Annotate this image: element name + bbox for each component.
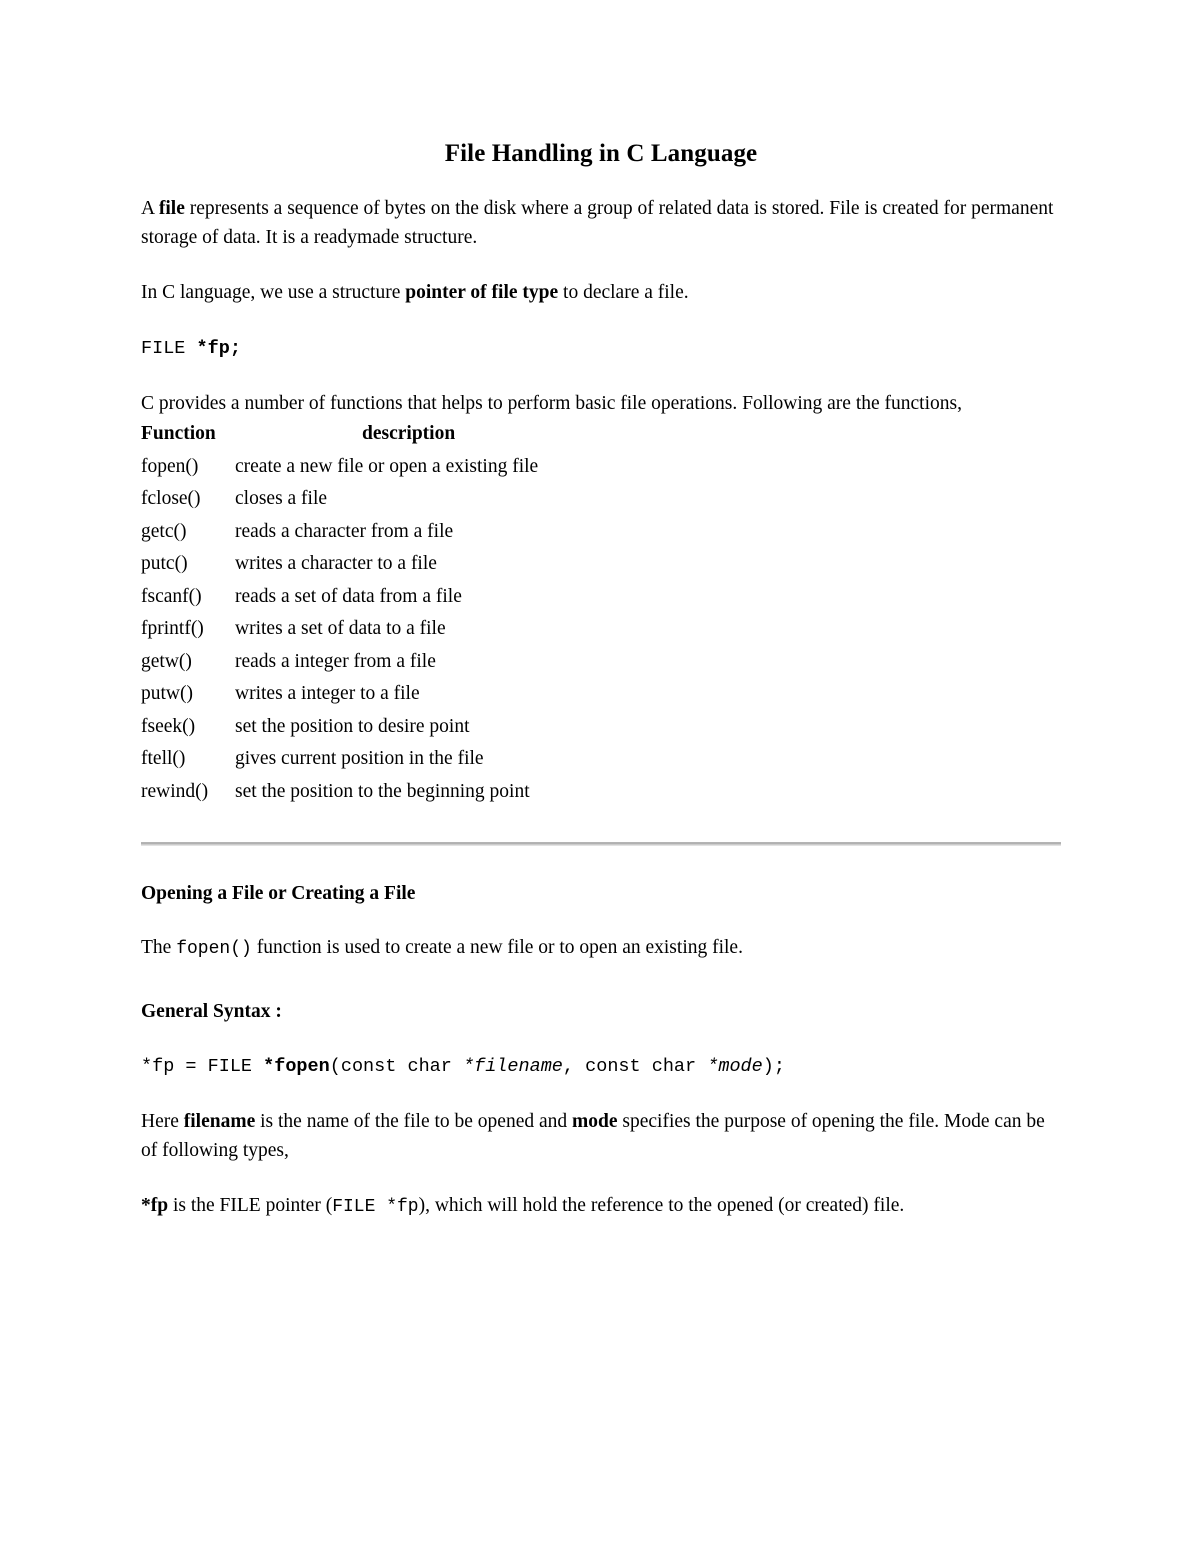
opening-lead: The (141, 937, 177, 958)
cell-description: set the position to the beginning point (235, 780, 530, 802)
opening-section-heading: Opening a File or Creating a File (141, 883, 416, 904)
table-row: ftell() gives current position in the fil… (141, 743, 538, 776)
table-row: putc() writes a character to a file (141, 548, 538, 581)
table-row: fopen() create a new file or open a exist… (141, 451, 538, 484)
cell-function: fseek() (141, 715, 196, 737)
cell-function: fprintf() (141, 618, 204, 639)
declare-code-bold: *fp; (196, 338, 241, 359)
cell-description: create a new file or open a existing fil… (235, 455, 539, 477)
table-row: fscanf() reads a set of data from a file (141, 581, 538, 614)
functions-intro-paragraph: C provides a number of functions that he… (141, 393, 962, 414)
table-row: fclose() closes a file (141, 483, 538, 516)
fopen-inline-code: fopen() (176, 939, 252, 959)
cell-description: writes a integer to a file (235, 683, 420, 704)
syntax-part5: , const char (562, 1056, 708, 1077)
file-pointer-declaration-code: FILE *fp; (141, 307, 1061, 363)
general-syntax-heading: General Syntax : (141, 1001, 282, 1022)
syntax-part1: *fp = FILE (141, 1056, 264, 1077)
filename-lead: Here (141, 1111, 184, 1132)
declare-lead: In C language, we use a structure (141, 282, 406, 303)
intro-rest: represents a sequence of bytes on the di… (141, 198, 1054, 248)
cell-description: reads a character from a file (235, 520, 454, 542)
declare-bold-phrase: pointer of file type (405, 282, 559, 303)
table-row: putw() writes a integer to a file (141, 678, 538, 711)
cell-description: gives current position in the file (235, 748, 484, 769)
document-content: File Handling in C Language A file repre… (141, 0, 1061, 1222)
document-page: File Handling in C Language A file repre… (0, 0, 1200, 1553)
filename-bold: filename (183, 1111, 256, 1132)
fp-bold: *fp (141, 1195, 169, 1216)
fp-pointer-paragraph: *fp is the FILE pointer (FILE *fp), whic… (141, 1165, 1061, 1222)
file-fp-inline-code: FILE *fp (332, 1197, 419, 1217)
page-title: File Handling in C Language (444, 140, 758, 167)
cell-description: writes a character to a file (235, 553, 437, 574)
syntax-part3: (const char (329, 1056, 463, 1077)
cell-function: fopen() (141, 455, 199, 477)
function-reference-table: Function description fopen() create a new… (141, 418, 538, 808)
declare-rest: to declare a file. (558, 282, 689, 303)
cell-description: closes a file (235, 488, 328, 509)
opening-rest: function is used to create a new file or… (251, 937, 743, 958)
declare-paragraph: In C language, we use a structure pointe… (141, 252, 1061, 307)
filename-mode-paragraph: Here filename is the name of the file to… (141, 1081, 1061, 1165)
cell-function: getw() (141, 650, 192, 672)
cell-function: putc() (141, 553, 188, 574)
syntax-part7: ); (762, 1056, 785, 1077)
intro-paragraph: A file represents a sequence of bytes on… (141, 168, 1061, 252)
cell-function: fscanf() (141, 585, 202, 607)
opening-section-paragraph: The fopen() function is used to create a… (141, 907, 1061, 964)
column-header-description: description (362, 423, 456, 444)
cell-function: ftell() (141, 748, 186, 769)
table-row: rewind() set the position to the beginnin… (141, 776, 538, 809)
cell-function: getc() (141, 520, 187, 542)
cell-function: fclose() (141, 488, 201, 509)
table-row: getw() reads a integer from a file (141, 646, 538, 679)
cell-description: writes a set of data to a file (235, 618, 446, 639)
cell-description: reads a set of data from a file (235, 585, 462, 607)
mode-bold: mode (572, 1111, 618, 1132)
cell-function: putw() (141, 683, 193, 704)
table-row: fseek() set the position to desire point (141, 711, 538, 744)
syntax-filename-italic: *filename (462, 1056, 563, 1077)
cell-description: set the position to desire point (235, 715, 470, 737)
column-header-function: Function (141, 423, 216, 444)
fp-rest: ), which will hold the reference to the … (418, 1195, 905, 1216)
cell-description: reads a integer from a file (235, 650, 436, 672)
table-row: fprintf() writes a set of data to a file (141, 613, 538, 646)
intro-bold-word: file (158, 198, 185, 219)
fp-mid: is the FILE pointer ( (168, 1195, 333, 1216)
filename-mid: is the name of the file to be opened and (255, 1111, 573, 1132)
fopen-syntax-code: *fp = FILE *fopen(const char *filename, … (141, 1025, 1061, 1081)
declare-code-plain: FILE (141, 338, 197, 359)
table-row: getc() reads a character from a file (141, 516, 538, 549)
syntax-mode-italic: *mode (707, 1056, 763, 1077)
syntax-fopen-bold: *fopen (263, 1056, 330, 1077)
cell-function: rewind() (141, 780, 209, 802)
table-header-row: Function description (141, 418, 538, 451)
table-body: fopen() create a new file or open a exist… (141, 451, 538, 809)
intro-lead: A (141, 198, 159, 219)
